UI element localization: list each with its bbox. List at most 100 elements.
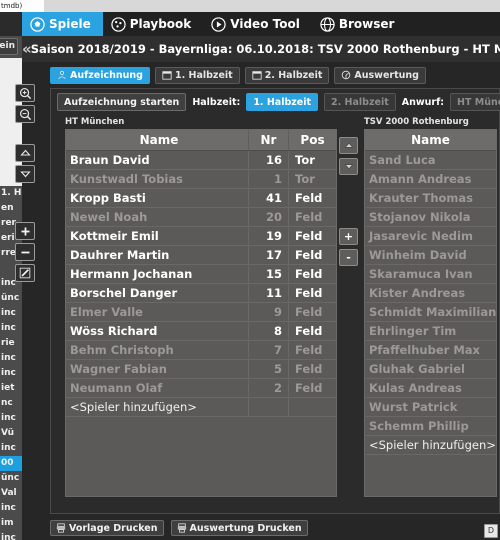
table-row[interactable]: Schemm Phillip — [365, 417, 496, 436]
background-window-title: tmdb) — [1, 2, 23, 10]
add-player-row[interactable]: <Spieler hinzufügen> — [66, 397, 336, 417]
pencil-glyph — [19, 267, 31, 279]
background-chip-button[interactable]: ein — [0, 38, 18, 55]
add-player-button[interactable]: + — [339, 228, 358, 245]
arrow-down-glyph — [19, 171, 31, 178]
table-row[interactable]: Wagner Fabian 5 Feld — [66, 359, 336, 379]
background-list-item[interactable]: Val — [0, 486, 22, 501]
table-row[interactable]: Kottmeir Emil 19 Feld — [66, 226, 336, 246]
cell-nr: 11 — [249, 283, 289, 303]
edit-icon[interactable] — [15, 264, 35, 282]
remove-icon[interactable] — [15, 243, 35, 261]
cell-pos: Tor — [295, 171, 315, 186]
background-list-item[interactable]: inc — [0, 441, 22, 456]
subtab-1-halbzeit[interactable]: 1. Halbzeit — [154, 66, 240, 84]
main-window: Spiele Playbook Video Tool Browser « Saison… — [22, 12, 500, 540]
move-down-icon[interactable] — [15, 165, 35, 183]
background-list-item[interactable]: rie — [0, 336, 22, 351]
subtab-2-halbzeit[interactable]: 2. Halbzeit — [244, 66, 330, 84]
arrow-down-icon — [344, 164, 353, 170]
cell-name: Jasarevic Nedim — [369, 228, 473, 243]
table-row[interactable]: Schmidt Maximilian — [365, 303, 496, 322]
globe-icon — [320, 16, 335, 32]
print-report-button[interactable]: Auswertung Drucken — [170, 520, 308, 536]
cell-pos: Feld — [295, 361, 323, 376]
background-list-item[interactable]: inc — [0, 306, 22, 321]
column-header-nr[interactable]: Nr — [249, 130, 289, 150]
background-list-item[interactable]: iet — [0, 381, 22, 396]
background-list-item[interactable]: inc — [0, 411, 22, 426]
column-header-name[interactable]: Name — [365, 130, 496, 150]
background-list-item[interactable]: ünc — [0, 471, 22, 486]
subtab-auswertung[interactable]: Auswertung — [334, 66, 426, 84]
add-player-row[interactable]: <Spieler hinzufügen> — [365, 436, 496, 455]
cell-pos: Feld — [295, 304, 323, 319]
away-roster-grid[interactable]: Name Sand Luca Amann Andreas Krauter Thoma… — [364, 129, 497, 497]
table-row[interactable]: Hermann Jochanan 15 Feld — [66, 264, 336, 284]
move-up-icon[interactable] — [15, 144, 35, 162]
corner-button[interactable]: D — [484, 524, 498, 538]
background-list-item[interactable]: Vü — [0, 426, 22, 441]
table-row[interactable]: Krauter Thomas — [365, 189, 496, 208]
subtab-aufzeichnung[interactable]: Aufzeichnung — [50, 66, 150, 84]
move-up-button[interactable] — [339, 137, 358, 154]
cell-name: Gluhak Gabriel — [369, 361, 465, 376]
background-list-item[interactable]: 00 — [0, 456, 22, 471]
tab-video-tool[interactable]: Video Tool — [203, 12, 312, 36]
table-row[interactable]: Kunstwadl Tobias 1 Tor — [66, 169, 336, 189]
cell-pos: Feld — [295, 380, 323, 395]
tab-browser[interactable]: Browser — [312, 12, 407, 36]
table-row[interactable]: Neumann Olaf 2 Feld — [66, 378, 336, 398]
cell-pos: Feld — [295, 190, 323, 205]
table-row[interactable]: Kister Andreas — [365, 284, 496, 303]
table-row[interactable]: Kulas Andreas — [365, 379, 496, 398]
move-down-button[interactable] — [339, 158, 358, 175]
background-list-item[interactable]: inc — [0, 321, 22, 336]
halbzeit-1-button[interactable]: 1. Halbzeit — [246, 93, 319, 111]
column-header-name[interactable]: Name — [66, 130, 249, 150]
table-row[interactable]: Wöss Richard 8 Feld — [66, 321, 336, 341]
background-list-item[interactable]: nc — [0, 396, 22, 411]
table-row[interactable]: Sand Luca — [365, 151, 496, 170]
cell-name: Skaramuca Ivan — [369, 266, 473, 281]
print-template-button[interactable]: Vorlage Drucken — [50, 520, 164, 536]
table-row[interactable]: Kropp Basti 41 Feld — [66, 188, 336, 208]
home-roster-grid[interactable]: Name Nr Pos Braun David 16 Tor Kunstwadl To… — [65, 129, 337, 497]
background-list-item[interactable]: inc — [0, 366, 22, 381]
table-row[interactable]: Ehrlinger Tim — [365, 322, 496, 341]
tab-playbook[interactable]: Playbook — [103, 12, 204, 36]
table-row[interactable]: Newel Noah 20 Feld — [66, 207, 336, 227]
table-row[interactable]: Elmer Valle 9 Feld — [66, 302, 336, 322]
table-row[interactable]: Jasarevic Nedim — [365, 227, 496, 246]
cell-name: Krauter Thomas — [369, 190, 474, 205]
cell-nr: 17 — [249, 245, 289, 265]
halbzeit-2-button[interactable]: 2. Halbzeit — [324, 93, 396, 111]
anwurf-home-button[interactable]: HT München — [450, 93, 500, 111]
table-row[interactable]: Behm Christoph 7 Feld — [66, 340, 336, 360]
background-list-item[interactable]: inc — [0, 501, 22, 516]
home-team-title: HT München — [65, 117, 125, 127]
table-row[interactable]: Dauhrer Martin 17 Feld — [66, 245, 336, 265]
collapse-sidebar-button[interactable]: « — [22, 36, 32, 62]
add-icon[interactable] — [15, 222, 35, 240]
start-recording-button[interactable]: Aufzeichnung starten — [57, 93, 187, 111]
background-list-item[interactable]: inc — [0, 351, 22, 366]
tab-spiele[interactable]: Spiele — [22, 12, 103, 36]
background-list-item[interactable]: inc — [0, 531, 22, 540]
remove-player-button[interactable]: - — [339, 249, 358, 266]
table-row[interactable]: Amann Andreas — [365, 170, 496, 189]
table-row[interactable]: Wurst Patrick — [365, 398, 496, 417]
zoom-out-icon[interactable] — [15, 105, 35, 123]
table-row[interactable]: Stojanov Nikola — [365, 208, 496, 227]
table-row[interactable]: Braun David 16 Tor — [66, 150, 336, 170]
zoom-in-icon[interactable] — [15, 84, 35, 102]
background-list-item[interactable]: ünc — [0, 291, 22, 306]
table-row[interactable]: Borschel Danger 11 Feld — [66, 283, 336, 303]
table-row[interactable]: Pfaffelhuber Max — [365, 341, 496, 360]
background-list-item[interactable]: im — [0, 516, 22, 531]
table-row[interactable]: Gluhak Gabriel — [365, 360, 496, 379]
table-row[interactable]: Skaramuca Ivan — [365, 265, 496, 284]
column-header-pos[interactable]: Pos — [289, 130, 336, 150]
away-team-title: TSV 2000 Rothenburg — [364, 117, 469, 127]
table-row[interactable]: Winheim David — [365, 246, 496, 265]
